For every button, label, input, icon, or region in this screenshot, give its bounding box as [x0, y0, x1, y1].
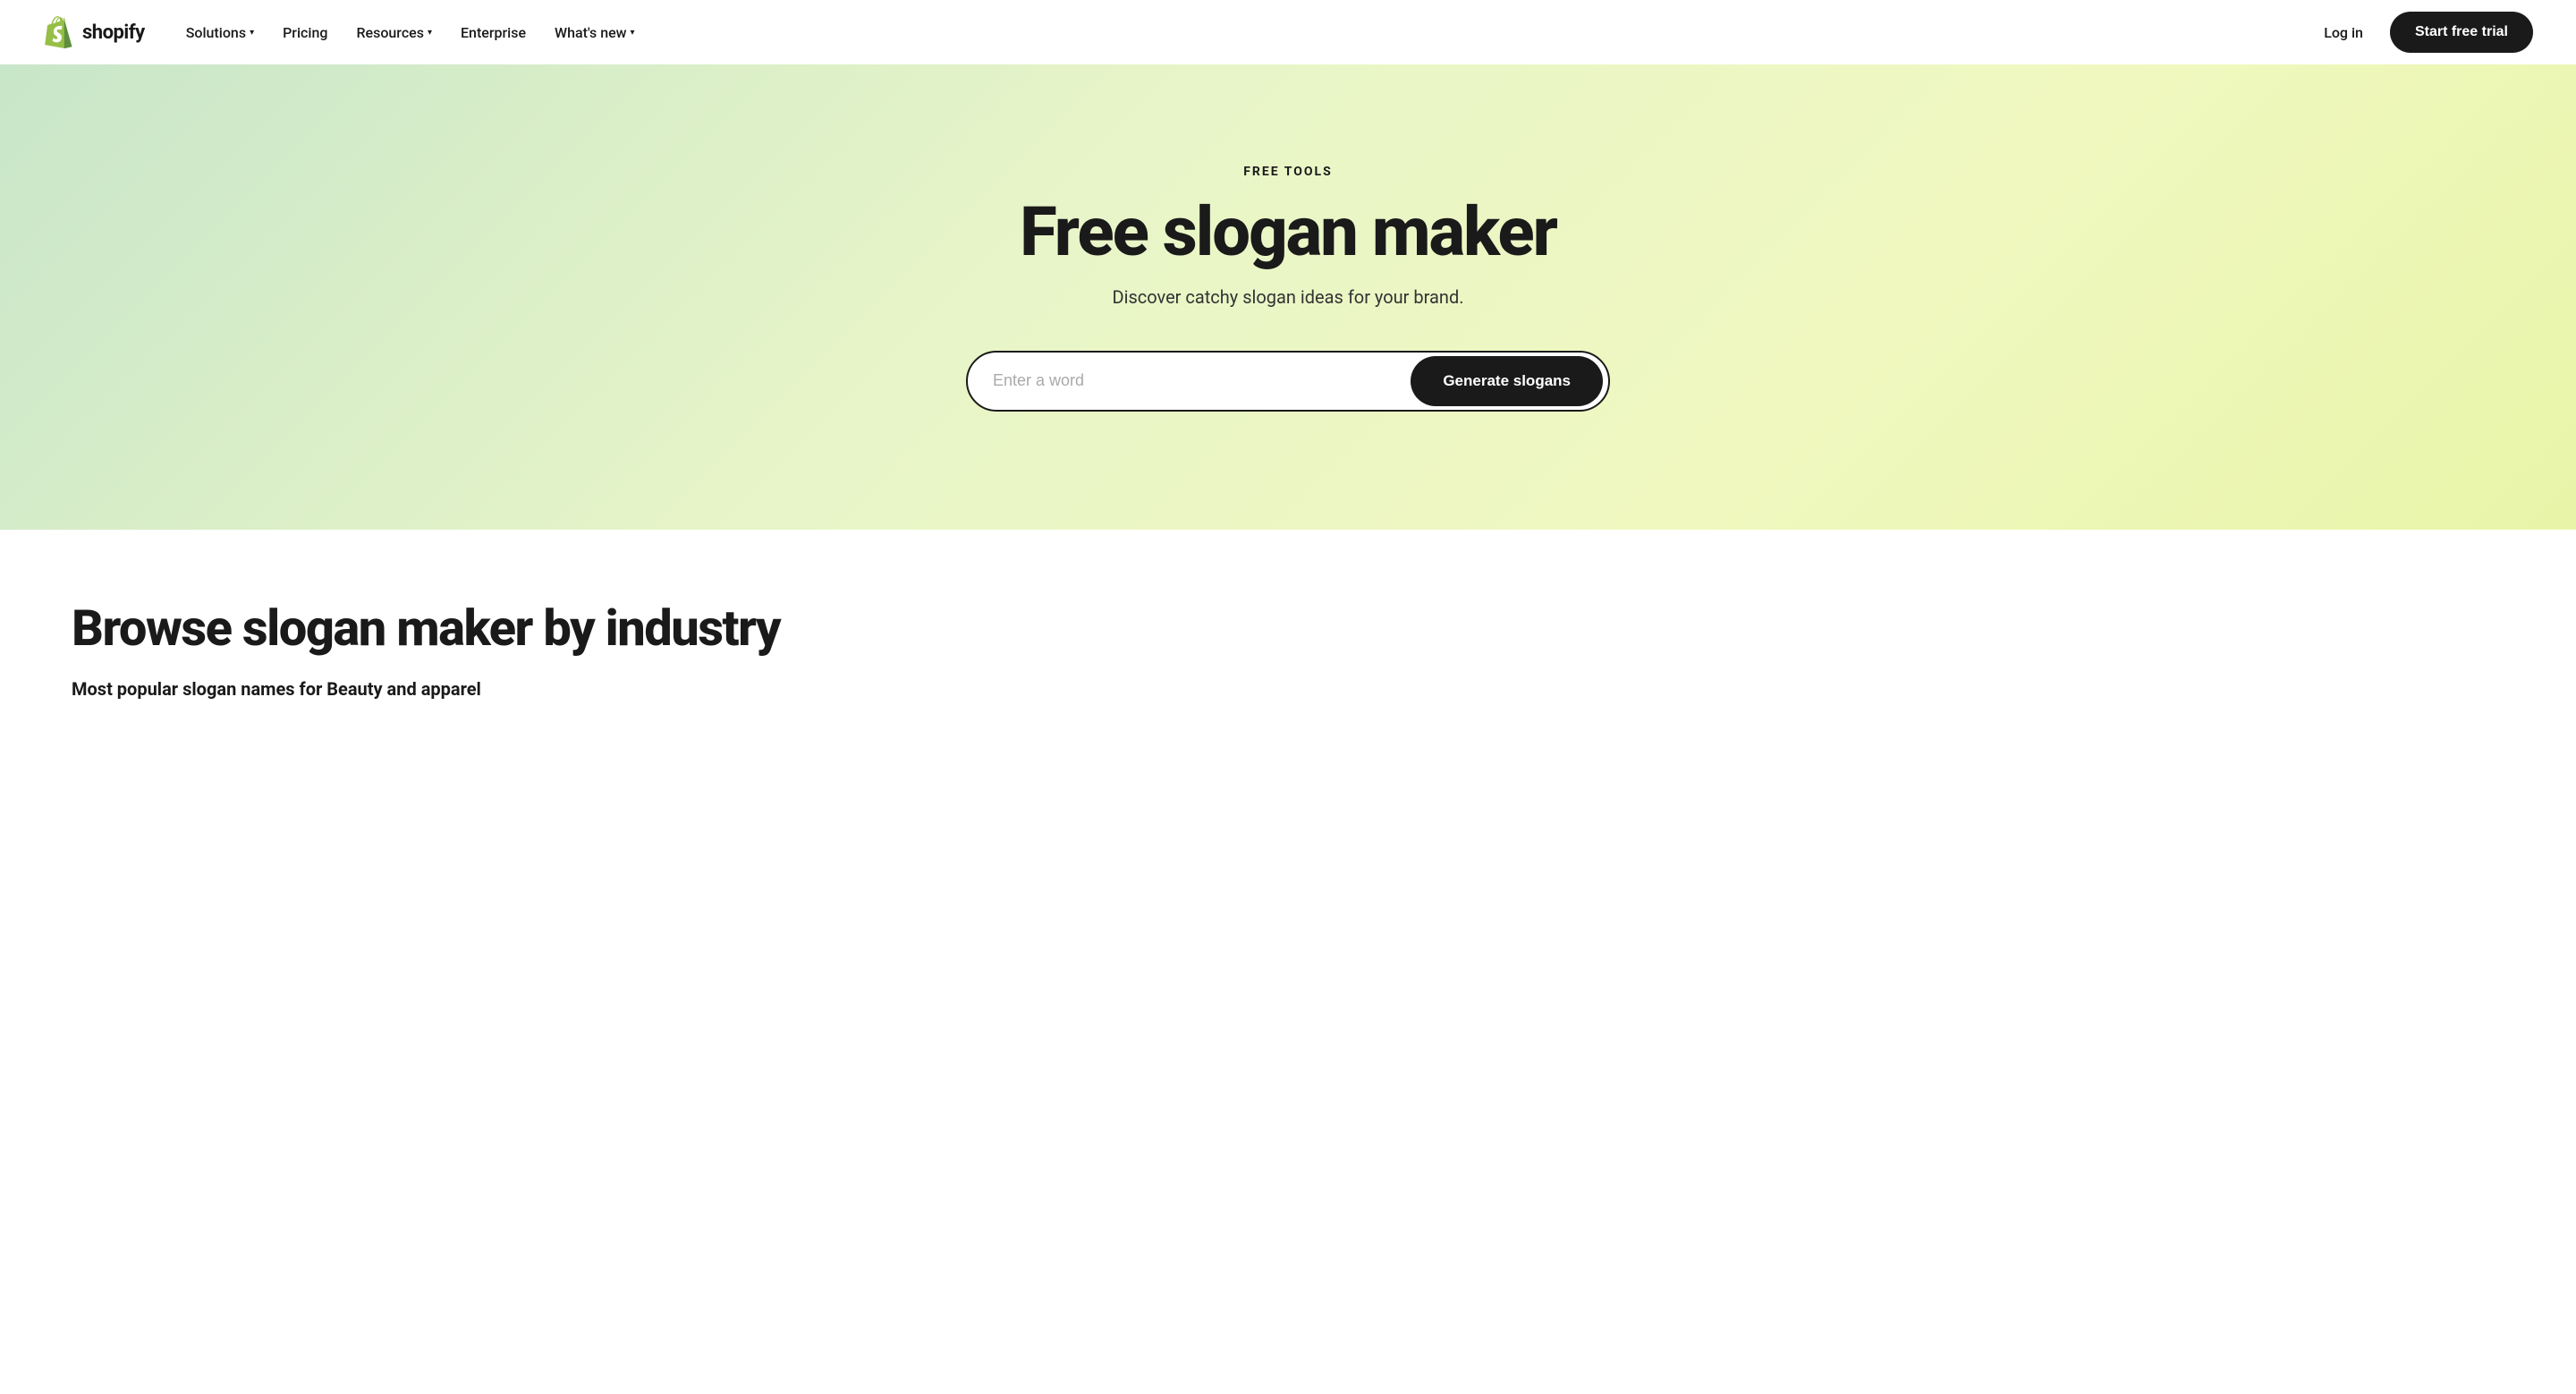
logo-link[interactable]: shopify: [43, 16, 145, 48]
nav-solutions[interactable]: Solutions ▾: [174, 17, 267, 48]
popular-category-label: Most popular slogan names for Beauty and…: [72, 678, 2504, 700]
nav-right: Log in Start free trial: [2311, 12, 2533, 53]
nav-enterprise[interactable]: Enterprise: [448, 17, 538, 48]
hero-title: Free slogan maker: [1020, 197, 1556, 268]
slogan-search-form: Generate slogans: [966, 351, 1610, 412]
hero-section: FREE TOOLS Free slogan maker Discover ca…: [0, 64, 2576, 530]
logo-text: shopify: [82, 21, 145, 44]
solutions-chevron-icon: ▾: [250, 28, 254, 38]
nav-links: Solutions ▾ Pricing Resources ▾ Enterpri…: [174, 17, 648, 48]
shopify-logo-icon: [43, 16, 75, 48]
eyebrow-label: FREE TOOLS: [1243, 165, 1333, 179]
main-nav: shopify Solutions ▾ Pricing Resources ▾ …: [0, 0, 2576, 64]
login-link[interactable]: Log in: [2311, 17, 2376, 48]
slogan-search-input[interactable]: [968, 353, 1405, 410]
browse-title: Browse slogan maker by industry: [72, 601, 2504, 657]
hero-subtitle: Discover catchy slogan ideas for your br…: [1112, 286, 1463, 308]
start-trial-button[interactable]: Start free trial: [2390, 12, 2533, 53]
nav-resources[interactable]: Resources ▾: [343, 17, 445, 48]
nav-left: shopify Solutions ▾ Pricing Resources ▾ …: [43, 16, 648, 48]
resources-chevron-icon: ▾: [428, 28, 432, 38]
whats-new-chevron-icon: ▾: [631, 28, 635, 38]
generate-slogans-button[interactable]: Generate slogans: [1411, 356, 1603, 406]
nav-pricing[interactable]: Pricing: [270, 17, 340, 48]
nav-whats-new[interactable]: What's new ▾: [542, 17, 648, 48]
browse-section: Browse slogan maker by industry Most pop…: [0, 530, 2576, 735]
